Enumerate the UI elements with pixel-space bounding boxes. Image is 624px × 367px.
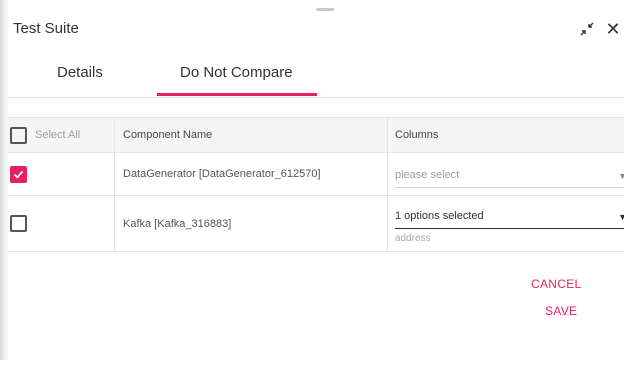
active-tab-indicator <box>157 93 317 96</box>
row-checkbox[interactable] <box>10 165 27 183</box>
columns-header: Columns <box>387 118 624 152</box>
row-check-cell <box>8 153 114 195</box>
do-not-compare-table: Select All Component Name Columns DataGe… <box>8 117 624 252</box>
columns-select[interactable]: please select ▼ <box>395 153 624 195</box>
selected-option-hint: address <box>395 233 431 244</box>
select-all-checkbox[interactable] <box>10 126 27 144</box>
tabs-divider <box>8 97 624 98</box>
test-suite-dialog: Test Suite ✕ Details Do Not Compare Sele… <box>0 0 624 367</box>
columns-select-value: 1 options selected <box>395 210 484 222</box>
select-underline <box>395 187 624 188</box>
drag-handle[interactable] <box>316 8 334 11</box>
component-name-cell: DataGenerator [DataGenerator_612570] <box>114 153 387 195</box>
row-checkbox[interactable] <box>10 215 27 232</box>
select-all-label: Select All <box>35 129 81 141</box>
columns-cell: please select ▼ <box>387 153 624 195</box>
save-button[interactable]: SAVE <box>545 304 577 318</box>
close-icon: ✕ <box>605 18 621 39</box>
component-name-cell: Kafka [Kafka_316883] <box>114 196 387 251</box>
table-row: Kafka [Kafka_316883] 1 options selected … <box>8 196 624 252</box>
select-underline <box>395 228 624 229</box>
columns-header-label: Columns <box>395 129 439 141</box>
close-button[interactable]: ✕ <box>604 19 622 39</box>
table-header-row: Select All Component Name Columns <box>8 117 624 153</box>
columns-cell: 1 options selected ▼ address <box>387 196 624 251</box>
component-name-header: Component Name <box>114 118 387 152</box>
minimize-button[interactable] <box>578 19 596 39</box>
columns-select[interactable]: 1 options selected ▼ address <box>395 196 624 251</box>
row-check-cell <box>8 196 114 251</box>
chevron-down-icon: ▼ <box>618 212 624 222</box>
left-panel-shadow <box>0 0 8 360</box>
component-name: Kafka [Kafka_316883] <box>123 217 232 230</box>
table-row: DataGenerator [DataGenerator_612570] ple… <box>8 153 624 196</box>
component-name: DataGenerator [DataGenerator_612570] <box>123 168 321 180</box>
chevron-down-icon: ▼ <box>618 171 624 181</box>
select-all-cell: Select All <box>8 118 114 152</box>
component-name-header-label: Component Name <box>123 129 213 141</box>
collapse-arrows-icon <box>580 22 594 36</box>
tab-details[interactable]: Details <box>57 64 103 98</box>
columns-select-placeholder: please select <box>395 169 460 181</box>
checkmark-icon <box>13 170 24 179</box>
dialog-title: Test Suite <box>13 20 79 37</box>
cancel-button[interactable]: CANCEL <box>531 277 581 291</box>
